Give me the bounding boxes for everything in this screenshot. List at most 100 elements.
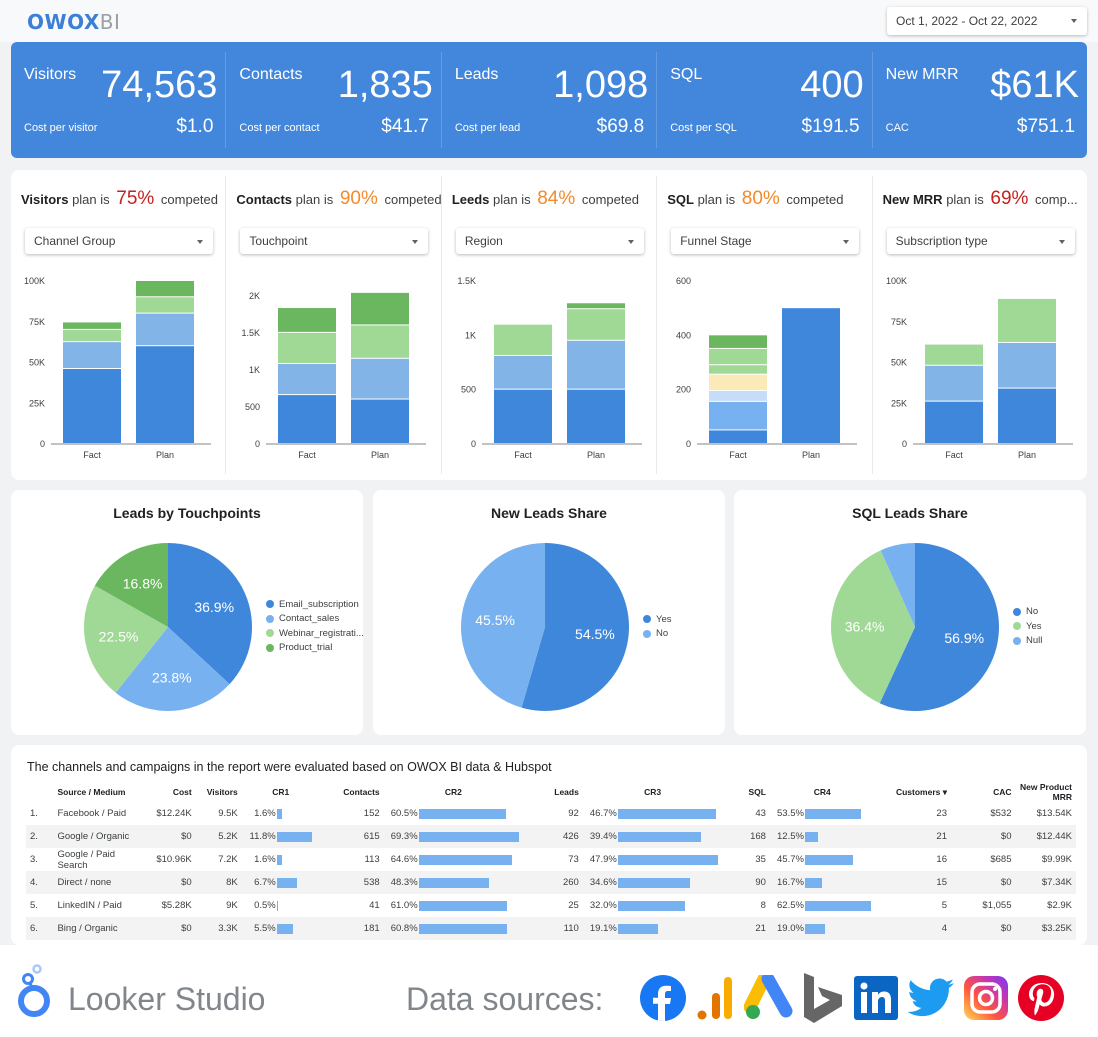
dimension-dropdown[interactable]: Funnel Stage: [671, 228, 860, 254]
column-header[interactable]: Customers ▾: [875, 782, 951, 802]
column-header[interactable]: CR2: [384, 782, 523, 802]
bar-segment[interactable]: [63, 369, 121, 443]
rate-value: 11.8%: [249, 831, 276, 842]
column-header[interactable]: [26, 782, 53, 802]
bar-segment[interactable]: [493, 324, 552, 355]
bar-segment[interactable]: [709, 365, 768, 374]
legend-item[interactable]: No: [643, 627, 672, 642]
bar-segment[interactable]: [351, 358, 410, 399]
rate-bar: [276, 923, 294, 934]
column-header[interactable]: New Product MRR: [1015, 782, 1076, 802]
bar-segment[interactable]: [997, 342, 1056, 388]
table-row[interactable]: 1. Facebook / Paid $12.24K 9.5K 1.6% 152 60.5%…: [26, 802, 1076, 825]
bar-segment[interactable]: [63, 322, 121, 329]
table-cell: $7.34K: [1015, 871, 1076, 894]
rate-value: 60.8%: [390, 923, 418, 934]
bar-segment[interactable]: [351, 292, 410, 325]
bar-segment[interactable]: [278, 332, 337, 363]
bar-segment[interactable]: [566, 303, 625, 309]
bar-segment[interactable]: [997, 388, 1056, 443]
y-tick-label: 0: [255, 439, 260, 449]
rate-bar: [276, 877, 297, 888]
legend-label: No: [656, 628, 669, 640]
plan-text: comp...: [1031, 192, 1078, 207]
bar-segment[interactable]: [278, 395, 337, 443]
table-cell: 260: [523, 871, 583, 894]
legend-item[interactable]: Product_trial: [266, 641, 364, 656]
bar-segment[interactable]: [136, 297, 194, 313]
table-row[interactable]: 6. Bing / Organic $0 3.3K 5.5% 181 60.8% 110 19.…: [26, 917, 1076, 940]
bar-segment[interactable]: [351, 325, 410, 358]
table-cell: 43: [755, 808, 766, 819]
bar-segment[interactable]: [566, 340, 625, 389]
legend-item[interactable]: Yes: [1013, 619, 1042, 634]
legend-item[interactable]: Contact_sales: [266, 612, 364, 627]
legend-dot-icon: [1013, 607, 1021, 616]
bar-segment[interactable]: [709, 391, 768, 401]
column-header[interactable]: CR3: [583, 782, 723, 802]
rate-cell: 46.7%: [583, 802, 723, 825]
table-cell: 4: [874, 917, 951, 940]
bar-segment[interactable]: [566, 309, 625, 340]
column-header[interactable]: Cost: [142, 782, 196, 802]
bar-segment[interactable]: [782, 308, 841, 443]
twitter-icon: [908, 978, 954, 1017]
dimension-dropdown[interactable]: Channel Group: [25, 228, 213, 254]
bar-segment[interactable]: [709, 335, 768, 348]
legend-item[interactable]: Email_subscription: [266, 597, 364, 612]
bar-segment[interactable]: [709, 348, 768, 365]
table-row[interactable]: 5. LinkedIN / Paid $5.28K 9K 0.5% 41 61.0% 25 32…: [26, 894, 1076, 917]
rate-bar: [276, 900, 279, 911]
legend-dot-icon: [643, 629, 651, 638]
bar-segment[interactable]: [278, 363, 337, 395]
legend-item[interactable]: Null: [1013, 634, 1042, 649]
date-range-picker[interactable]: Oct 1, 2022 - Oct 22, 2022: [887, 7, 1087, 35]
rate-cell: 19.0%: [769, 917, 875, 940]
table-cell: 110: [523, 917, 583, 940]
bar-segment[interactable]: [924, 365, 983, 401]
bar-segment[interactable]: [136, 313, 194, 346]
dimension-dropdown[interactable]: Touchpoint: [240, 228, 429, 254]
bar-segment[interactable]: [709, 401, 768, 430]
legend-item[interactable]: No: [1013, 605, 1042, 620]
bar-segment[interactable]: [924, 401, 983, 443]
plan-percent: 80%: [741, 188, 780, 209]
bar-segment[interactable]: [924, 344, 983, 365]
y-tick-label: 0: [40, 439, 45, 449]
column-header[interactable]: Source / Medium: [53, 782, 141, 802]
y-tick-label: 75K: [29, 317, 45, 327]
table-row[interactable]: 2. Google / Organic $0 5.2K 11.8% 615 69.3% 426…: [26, 825, 1076, 848]
bar-segment[interactable]: [997, 298, 1056, 342]
table-cell: 5.: [30, 900, 38, 911]
legend-item[interactable]: Yes: [643, 612, 672, 627]
bar-segment[interactable]: [136, 281, 194, 297]
bar-segment[interactable]: [709, 430, 768, 443]
bar-segment[interactable]: [278, 308, 337, 332]
bar-segment[interactable]: [566, 389, 625, 443]
column-header[interactable]: CR4: [770, 782, 875, 802]
column-header[interactable]: Contacts: [320, 782, 384, 802]
column-header[interactable]: Leads: [523, 782, 583, 802]
bar-segment[interactable]: [136, 346, 194, 443]
bar-segment[interactable]: [63, 329, 121, 342]
bar-segment[interactable]: [351, 399, 410, 443]
dimension-dropdown[interactable]: Subscription type: [886, 228, 1075, 254]
rate-cell: 69.3%: [383, 825, 524, 848]
legend-item[interactable]: Webinar_registrati...: [266, 626, 364, 641]
column-header[interactable]: CAC: [951, 782, 1016, 802]
bar-segment[interactable]: [709, 374, 768, 391]
column-header[interactable]: CR1: [242, 782, 320, 802]
column-header[interactable]: SQL: [722, 782, 770, 802]
bar-segment[interactable]: [493, 355, 552, 389]
dimension-dropdown[interactable]: Region: [455, 228, 644, 254]
table-row[interactable]: 4. Direct / none $0 8K 6.7% 538 48.3% 260 34.6% 9…: [26, 871, 1076, 894]
kpi-value: 400: [800, 64, 864, 106]
table-cell: 538: [319, 871, 384, 894]
table-cell: $12.44K: [1015, 825, 1076, 848]
rate-bar: [617, 831, 701, 842]
plan-card: Visitors plan is 75% competed Channel Gr…: [11, 176, 227, 474]
bar-segment[interactable]: [63, 342, 121, 369]
bar-segment[interactable]: [493, 389, 552, 443]
column-header[interactable]: Visitors: [196, 782, 242, 802]
table-row[interactable]: 3. Google / Paid Search $10.96K 7.2K 1.6% 113…: [26, 848, 1076, 871]
